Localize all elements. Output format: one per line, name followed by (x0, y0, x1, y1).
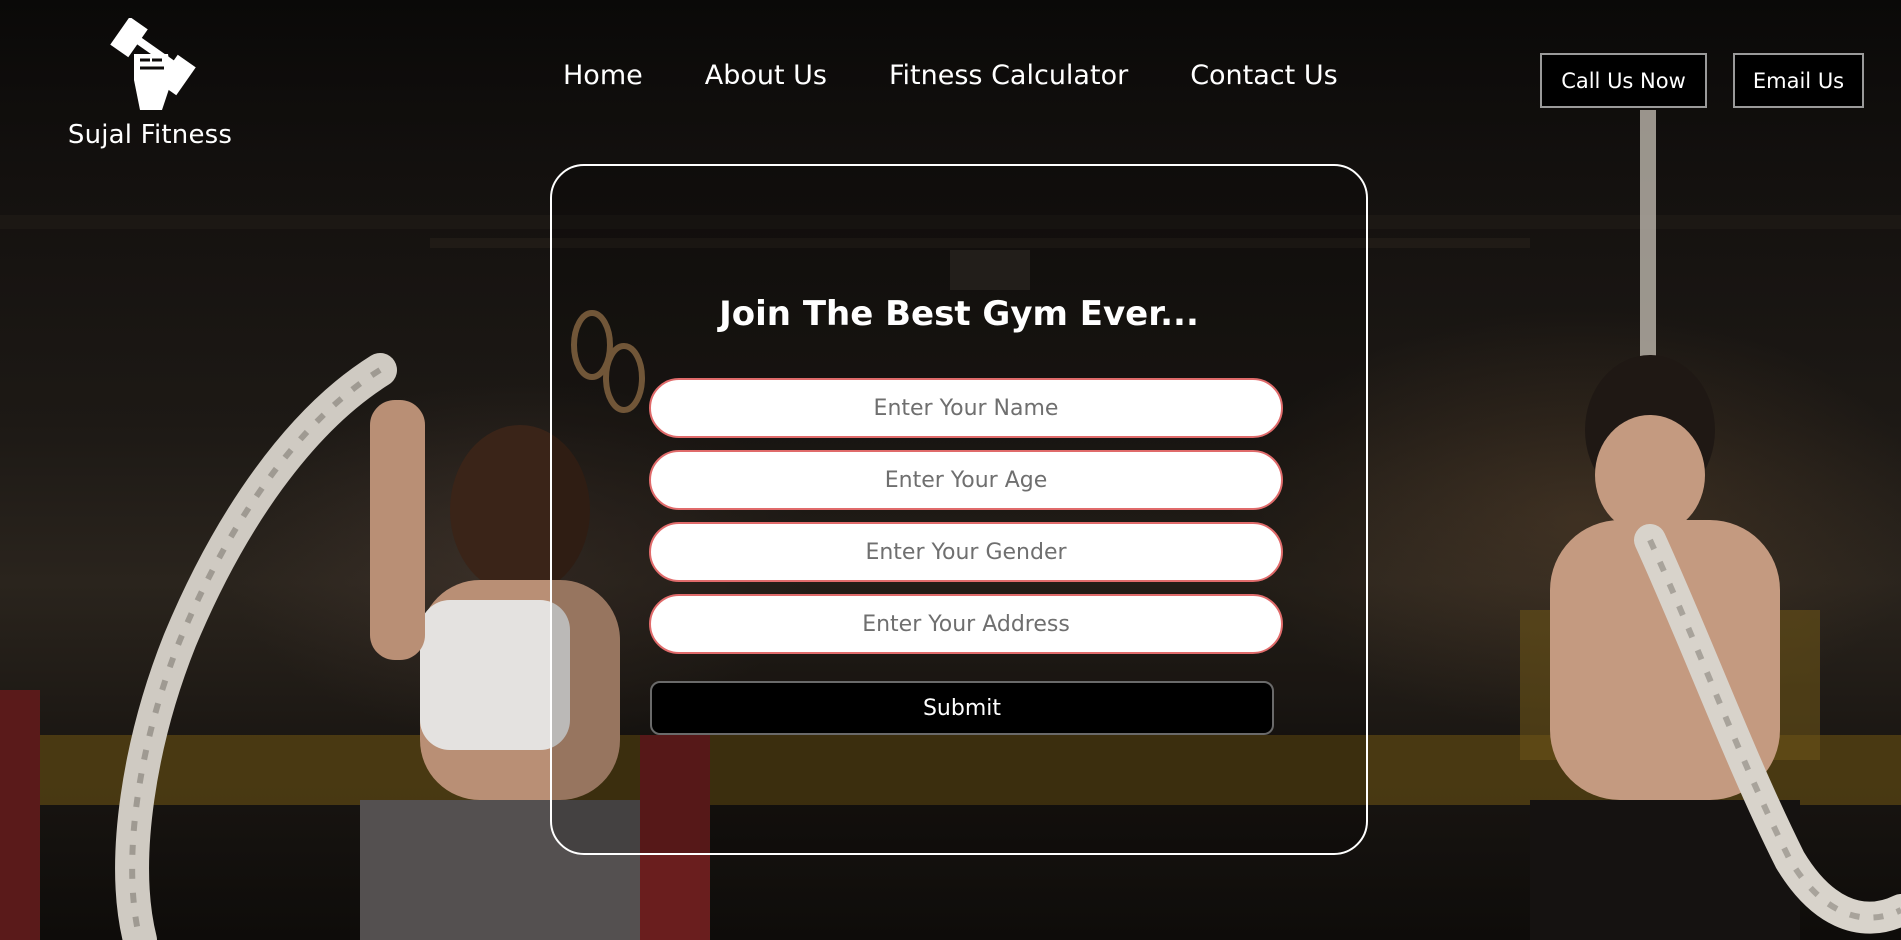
brand-name: Sujal Fitness (67, 120, 233, 150)
name-input[interactable] (649, 378, 1283, 438)
landing-page: Sujal Fitness Home About Us Fitness Calc… (0, 0, 1901, 940)
nav-fitness-calculator-link[interactable]: Fitness Calculator (889, 60, 1128, 91)
call-us-button[interactable]: Call Us Now (1540, 53, 1707, 108)
main-nav: Home About Us Fitness Calculator Contact… (563, 60, 1338, 91)
email-us-button[interactable]: Email Us (1733, 53, 1864, 108)
form-title: Join The Best Gym Ever... (719, 294, 1199, 334)
age-input[interactable] (649, 450, 1283, 510)
nav-home-link[interactable]: Home (563, 60, 643, 91)
raised-fist-dumbbell-icon (110, 18, 196, 110)
nav-about-link[interactable]: About Us (705, 60, 827, 91)
signup-form-card: Join The Best Gym Ever... Submit (550, 164, 1368, 855)
nav-contact-link[interactable]: Contact Us (1190, 60, 1337, 91)
submit-button[interactable]: Submit (650, 681, 1274, 735)
brand-logo[interactable]: Sujal Fitness (60, 18, 240, 150)
gender-input[interactable] (649, 522, 1283, 582)
address-input[interactable] (649, 594, 1283, 654)
